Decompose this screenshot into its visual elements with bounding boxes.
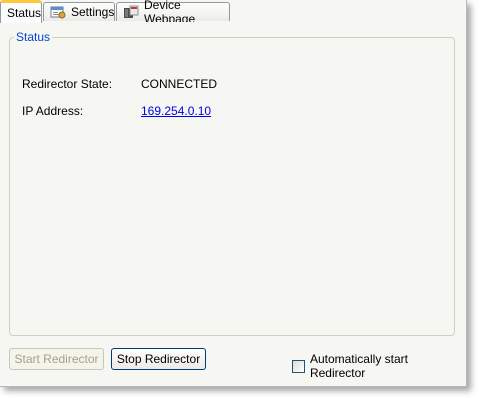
tab-status[interactable]: Status [0,0,42,23]
status-tab-pane: Status Redirector State: CONNECTED IP Ad… [0,22,466,386]
auto-start-checkbox-label: Automatically start Redirector [309,352,408,380]
tab-settings-label: Settings [71,5,115,19]
redirector-window: Status Settings Device Webpage Status Re… [0,0,467,387]
redirector-state-value: CONNECTED [141,77,218,91]
start-redirector-button[interactable]: Start Redirector [9,348,104,370]
stop-redirector-button[interactable]: Stop Redirector [111,348,206,370]
ip-address-label: IP Address: [22,104,84,118]
tab-strip: Status Settings Device Webpage [0,0,466,26]
tab-settings[interactable]: Settings [43,2,115,21]
tab-device-webpage[interactable]: Device Webpage [116,0,230,26]
device-webpage-icon [123,5,139,19]
status-group-legend: Status [16,30,51,44]
status-group: Status Redirector State: CONNECTED IP Ad… [9,30,455,336]
settings-window-icon [50,5,66,19]
redirector-state-label: Redirector State: [22,77,113,91]
auto-start-checkbox[interactable]: Automatically start Redirector [292,352,466,380]
tab-status-label: Status [7,6,42,20]
ip-address-link[interactable]: 169.254.0.10 [141,104,211,118]
auto-start-checkbox-box[interactable] [292,359,305,373]
